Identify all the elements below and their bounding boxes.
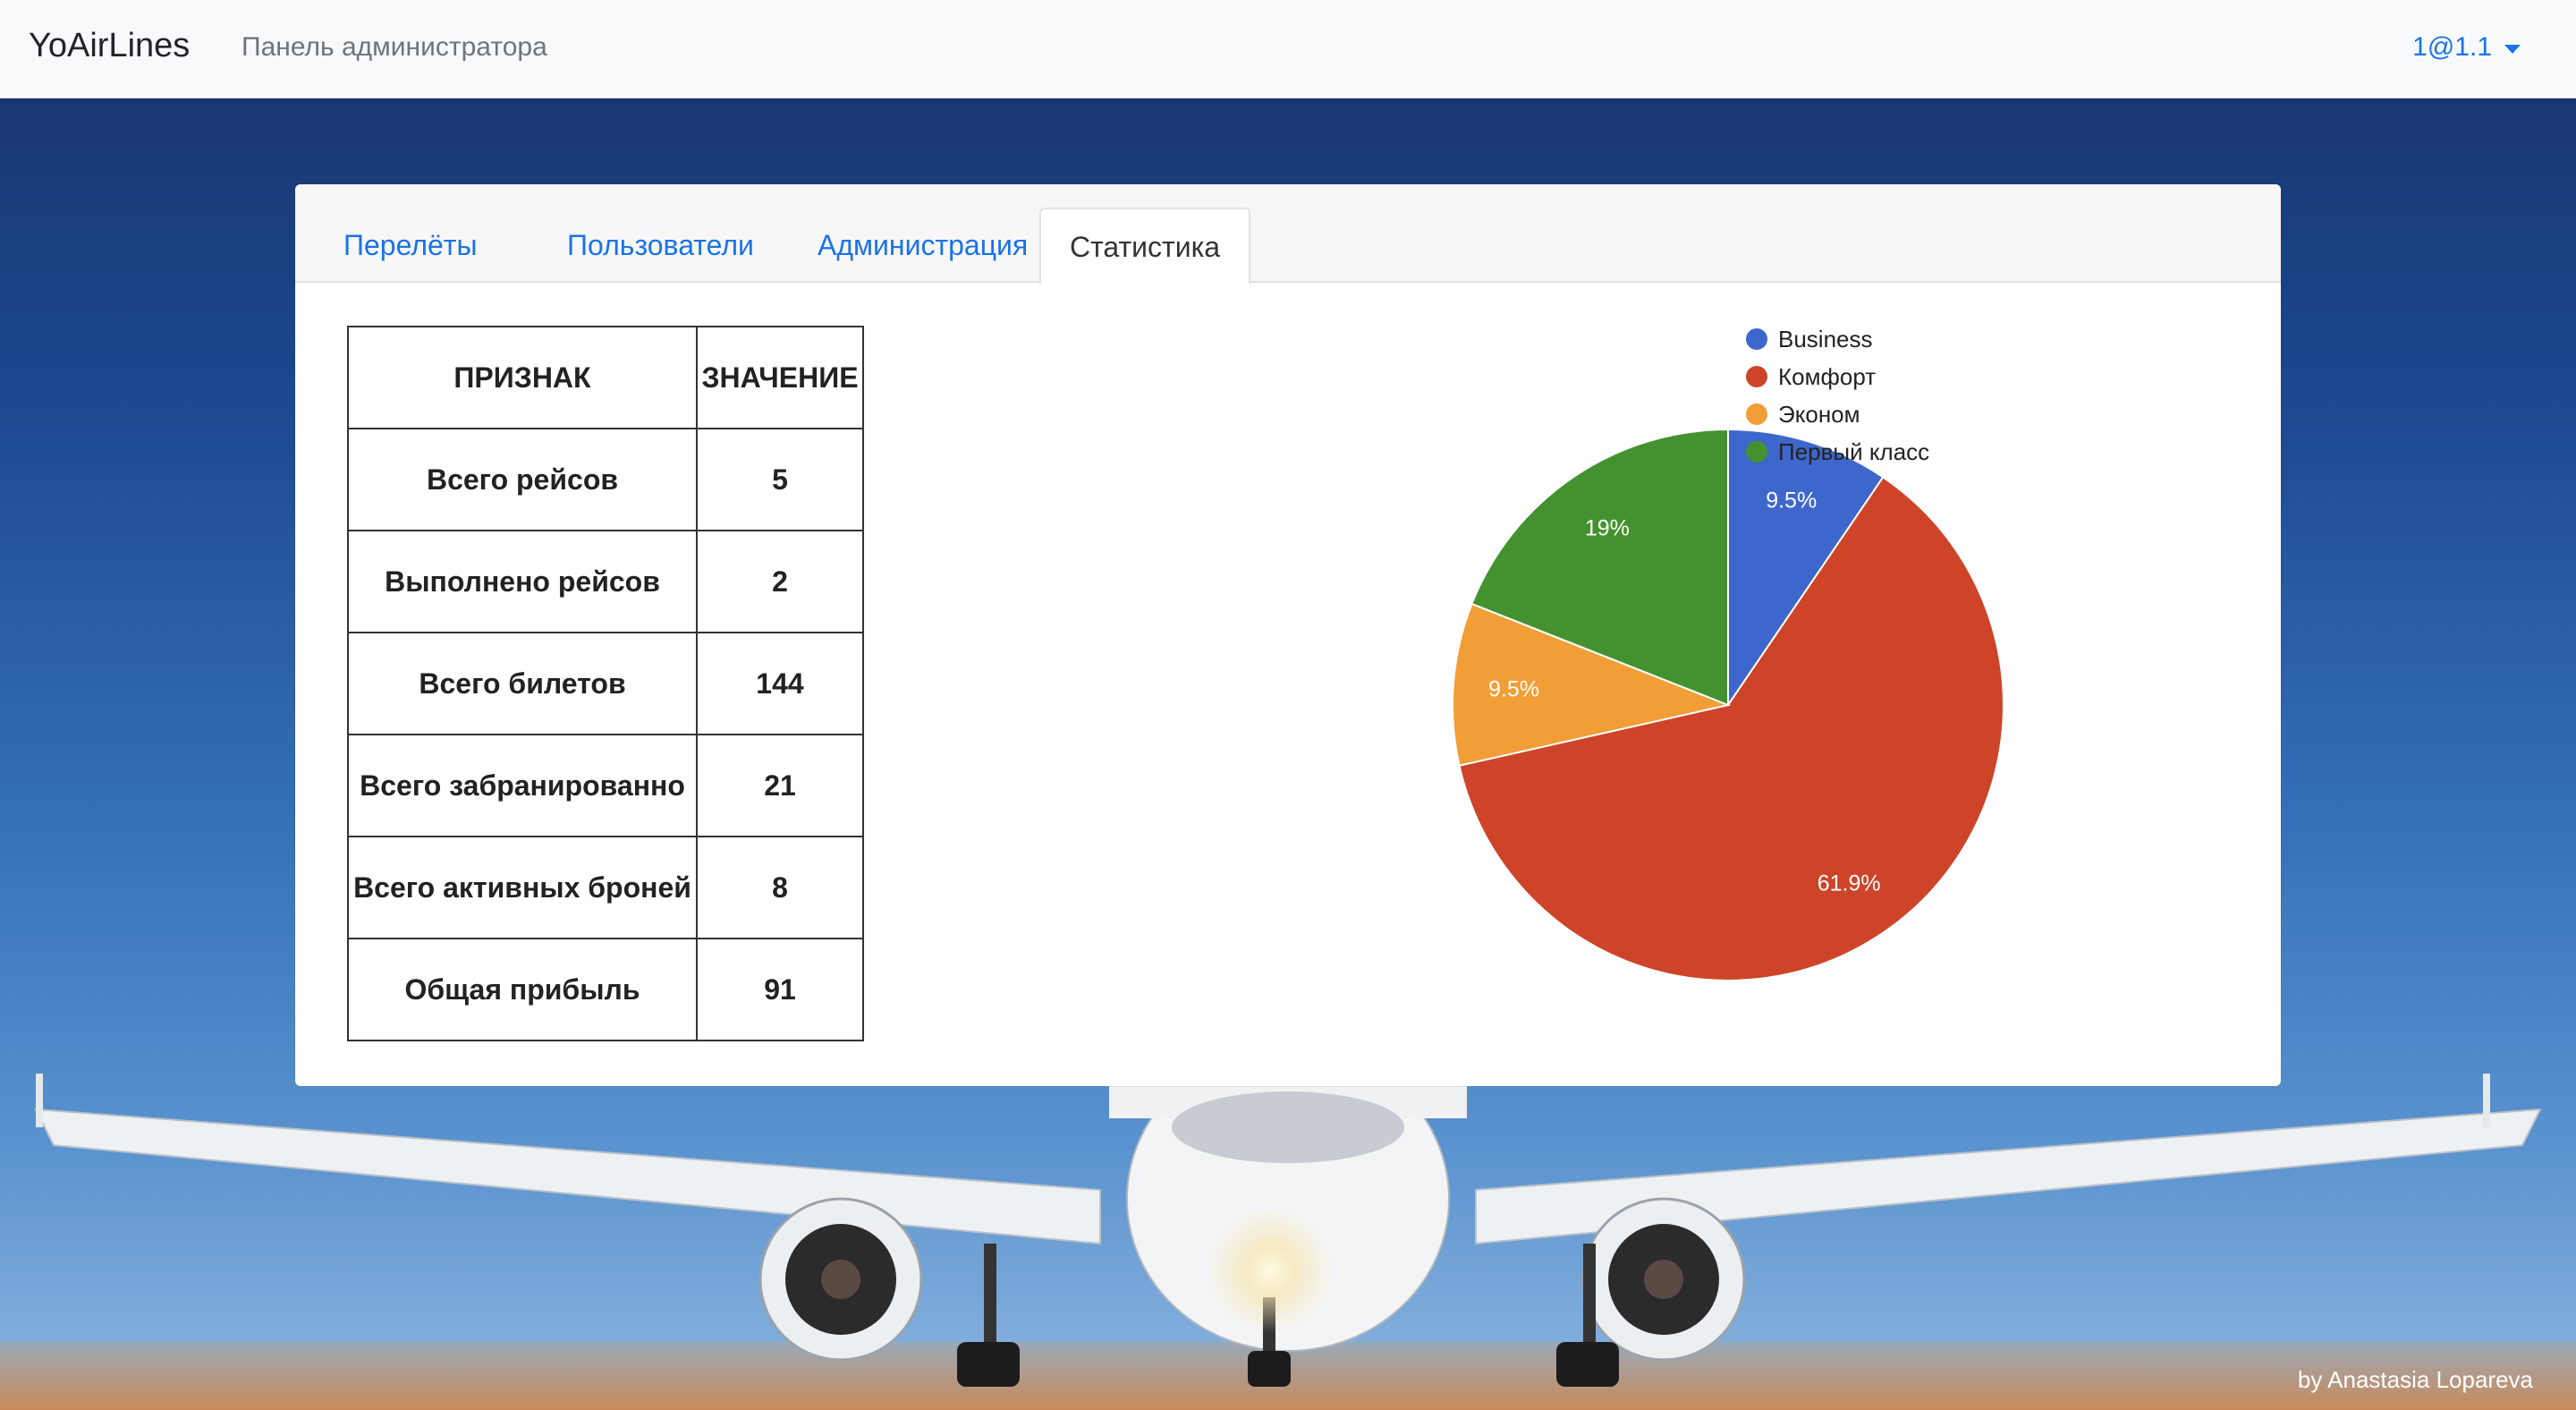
legend-color-dot-icon xyxy=(1746,328,1767,350)
pie-slice-label: 19% xyxy=(1585,515,1630,540)
admin-panel-title: Панель администратора xyxy=(242,32,547,62)
pie-slice-label: 9.5% xyxy=(1766,488,1817,513)
row-label: Всего забранированно xyxy=(347,734,698,837)
legend-label: Эконом xyxy=(1778,400,1860,428)
legend-item[interactable]: Business xyxy=(1746,320,1929,358)
chart-legend: Business Комфорт Эконом Первый класс xyxy=(1746,320,1929,471)
legend-label: Первый класс xyxy=(1778,437,1930,465)
brand-logo[interactable]: YoAirLines xyxy=(29,27,190,65)
row-value: 144 xyxy=(696,632,864,735)
legend-item[interactable]: Первый класс xyxy=(1746,433,1929,471)
tab-bar: Перелёты Пользователи Администрация Стат… xyxy=(295,184,2281,285)
row-label: Выполнено рейсов xyxy=(347,530,698,633)
legend-color-dot-icon xyxy=(1746,403,1767,425)
author-credit: by Anastasia Lopareva xyxy=(2297,1366,2533,1393)
tab-flights[interactable]: Перелёты xyxy=(315,208,505,283)
tab-users[interactable]: Пользователи xyxy=(538,208,783,283)
column-header-attribute: ПРИЗНАК xyxy=(347,326,698,429)
chevron-down-icon[interactable] xyxy=(2504,45,2521,54)
table-row: Всего активных броней 8 xyxy=(347,836,864,939)
pie-slice-label: 61.9% xyxy=(1818,871,1881,896)
user-email[interactable]: 1@1.1 xyxy=(2412,32,2492,63)
statistics-card: Перелёты Пользователи Администрация Стат… xyxy=(295,184,2281,1086)
pie-chart[interactable]: 9.5% 61.9% 9.5% 19% xyxy=(1368,345,2030,1007)
legend-color-dot-icon xyxy=(1746,366,1767,387)
row-label: Всего активных броней xyxy=(347,836,698,939)
legend-item[interactable]: Эконом xyxy=(1746,395,1929,433)
row-label: Всего рейсов xyxy=(347,428,698,531)
row-value: 91 xyxy=(696,938,864,1041)
legend-label: Business xyxy=(1778,325,1873,352)
user-dropdown[interactable]: 1@1.1 xyxy=(2412,32,2521,63)
table-row: Всего забранированно 21 xyxy=(347,734,864,837)
column-header-value: ЗНАЧЕНИЕ xyxy=(696,326,864,429)
table-row: Общая прибыль 91 xyxy=(347,938,864,1041)
row-value: 8 xyxy=(696,836,864,939)
row-value: 5 xyxy=(696,428,864,531)
statistics-table: ПРИЗНАК ЗНАЧЕНИЕ Всего рейсов 5 Выполнен… xyxy=(347,326,864,1041)
legend-color-dot-icon xyxy=(1746,441,1767,463)
table-header-row: ПРИЗНАК ЗНАЧЕНИЕ xyxy=(347,326,864,429)
table-row: Всего билетов 144 xyxy=(347,632,864,735)
table-row: Выполнено рейсов 2 xyxy=(347,530,864,633)
row-label: Всего билетов xyxy=(347,632,698,735)
row-value: 2 xyxy=(696,530,864,633)
top-navbar: YoAirLines Панель администратора 1@1.1 xyxy=(0,0,2576,98)
legend-item[interactable]: Комфорт xyxy=(1746,358,1929,395)
table-row: Всего рейсов 5 xyxy=(347,428,864,531)
row-value: 21 xyxy=(696,734,864,837)
legend-label: Комфорт xyxy=(1778,362,1877,390)
tab-statistics[interactable]: Статистика xyxy=(1039,208,1251,285)
pie-slice-label: 9.5% xyxy=(1488,677,1539,702)
row-label: Общая прибыль xyxy=(347,938,698,1041)
tab-administration[interactable]: Администрация xyxy=(789,208,1056,283)
